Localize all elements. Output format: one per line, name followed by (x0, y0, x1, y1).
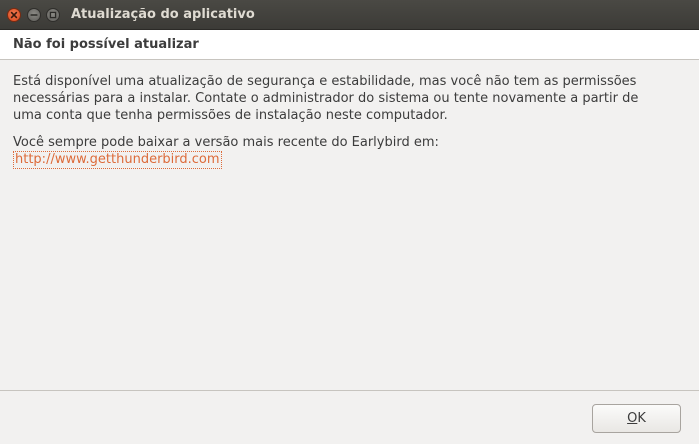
error-message: Está disponível uma atualização de segur… (13, 74, 639, 123)
page-title: Não foi possível atualizar (13, 37, 199, 52)
dialog-header: Não foi possível atualizar (0, 30, 699, 60)
download-text: Você sempre pode baixar a versão mais re… (13, 135, 439, 150)
minimize-icon (30, 14, 38, 16)
ok-label-rest: K (637, 411, 646, 426)
footer-separator (0, 390, 699, 391)
minimize-button[interactable] (27, 8, 41, 22)
download-link[interactable]: http://www.getthunderbird.com (13, 151, 222, 169)
window-title: Atualização do aplicativo (71, 7, 255, 22)
dialog-content: Está disponível uma atualização de segur… (13, 73, 685, 169)
maximize-button[interactable] (46, 8, 60, 22)
close-button[interactable] (7, 8, 21, 22)
maximize-icon (49, 11, 57, 19)
close-icon (10, 11, 18, 19)
ok-mnemonic: O (627, 411, 638, 426)
ok-button[interactable]: OK (592, 404, 681, 433)
title-bar[interactable]: Atualização do aplicativo (0, 0, 699, 30)
update-dialog-window: Atualização do aplicativo Não foi possív… (0, 0, 699, 444)
